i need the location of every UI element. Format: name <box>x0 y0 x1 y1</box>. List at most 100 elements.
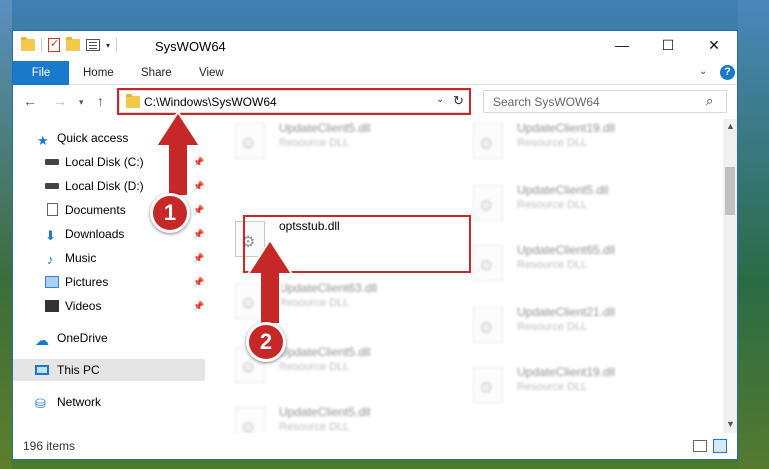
properties-icon[interactable] <box>86 39 100 51</box>
scroll-up-icon[interactable]: ▲ <box>726 121 735 131</box>
file-name: UpdateClient63.dll <box>279 281 378 295</box>
dll-file-icon: ⚙ <box>473 307 503 343</box>
tab-home[interactable]: Home <box>69 61 128 85</box>
gear-icon: ⚙ <box>241 136 256 153</box>
file-item[interactable]: ⚙ UpdateClient19.dll Resource DLL <box>469 119 691 169</box>
tab-view[interactable]: View <box>185 61 238 85</box>
dll-file-icon: ⚙ <box>473 123 503 159</box>
tab-file[interactable]: File <box>13 61 69 85</box>
file-item[interactable]: ⚙ UpdateClient5.dll Resource DLL <box>231 399 453 433</box>
pin-icon[interactable]: 📌 <box>193 175 204 197</box>
sidebar-item-network[interactable]: ⛁ Network <box>13 391 205 413</box>
gear-icon: ⚙ <box>479 258 494 275</box>
file-type: Resource DLL <box>279 137 350 149</box>
file-name: UpdateClient19.dll <box>517 121 616 135</box>
search-placeholder: Search SysWOW64 <box>493 95 600 109</box>
pin-icon[interactable]: 📌 <box>193 199 204 221</box>
maximize-button[interactable]: ☐ <box>645 31 691 61</box>
pin-icon[interactable]: 📌 <box>193 247 204 269</box>
sidebar-item-label: Local Disk (D:) <box>65 179 144 193</box>
sidebar-item-quick-access[interactable]: ★ Quick access <box>13 127 205 149</box>
sidebar-item-label: Downloads <box>65 227 125 241</box>
gear-icon: ⚙ <box>241 420 256 433</box>
pictures-icon <box>45 276 59 288</box>
properties-check-icon[interactable] <box>48 37 60 52</box>
sidebar-item-label: Music <box>65 251 97 265</box>
file-item[interactable]: ⚙ UpdateClient5.dll Resource DLL <box>231 119 453 169</box>
sidebar-item-label: Documents <box>65 203 126 217</box>
network-icon: ⛁ <box>35 396 46 411</box>
minimize-button[interactable]: — <box>599 31 645 61</box>
cloud-icon: ☁ <box>35 332 49 348</box>
dll-file-icon: ⚙ <box>473 367 503 403</box>
scroll-thumb[interactable] <box>725 167 735 215</box>
file-item[interactable]: ⚙ UpdateClient65.dll Resource DLL <box>469 237 691 291</box>
expand-ribbon-icon[interactable]: ⌄ <box>699 66 707 77</box>
computer-icon <box>35 365 49 375</box>
file-type: Resource DLL <box>517 381 588 393</box>
gear-icon: ⚙ <box>241 296 256 313</box>
dll-file-icon: ⚙ <box>235 283 265 319</box>
downloads-icon: ⬇ <box>45 228 56 243</box>
quick-access-toolbar: ▾ <box>21 37 118 52</box>
file-type: Resource DLL <box>517 321 588 333</box>
gear-icon: ⚙ <box>479 380 494 397</box>
sidebar-item-label: This PC <box>57 363 100 377</box>
tab-share[interactable]: Share <box>127 61 186 85</box>
file-name: UpdateClient5.dll <box>517 183 609 197</box>
scroll-down-icon[interactable]: ▼ <box>726 419 735 429</box>
ribbon-tabs: File Home Share View ⌄ ? <box>13 61 737 85</box>
file-type: Resource DLL <box>517 259 588 271</box>
pin-icon[interactable]: 📌 <box>193 223 204 245</box>
file-type: Resource DLL <box>279 297 350 309</box>
search-input[interactable]: Search SysWOW64 ⌕ <box>483 90 727 113</box>
search-icon[interactable]: ⌕ <box>706 93 713 109</box>
close-button[interactable]: ✕ <box>691 31 737 61</box>
new-folder-icon[interactable] <box>66 37 80 51</box>
file-name: UpdateClient65.dll <box>517 243 616 257</box>
pin-icon[interactable]: 📌 <box>193 271 204 293</box>
sidebar-item-music[interactable]: ♪ Music 📌 <box>13 247 205 269</box>
customize-toolbar-icon[interactable]: ▾ <box>106 41 110 50</box>
sidebar-item-this-pc[interactable]: This PC <box>13 359 205 381</box>
up-button[interactable]: ↑ <box>97 93 104 109</box>
vertical-scrollbar[interactable]: ▲ ▼ <box>723 119 737 433</box>
file-item[interactable]: ⚙ UpdateClient21.dll Resource DLL <box>469 299 691 353</box>
forward-button[interactable]: → <box>53 93 67 109</box>
videos-icon <box>45 300 59 312</box>
pin-icon[interactable]: 📌 <box>193 151 204 173</box>
file-item[interactable]: ⚙ UpdateClient5.dll Resource DLL <box>469 177 691 231</box>
sidebar-item-label: OneDrive <box>57 331 108 345</box>
file-type: Resource DLL <box>279 421 350 433</box>
sidebar-item-label: Videos <box>65 299 102 313</box>
sidebar-item-videos[interactable]: Videos 📌 <box>13 295 205 317</box>
desktop-background-right <box>738 0 769 469</box>
recent-locations-button[interactable]: ▾ <box>79 97 84 108</box>
sidebar-item-label: Network <box>57 395 102 409</box>
help-icon[interactable]: ? <box>720 65 735 80</box>
file-list: ⚙ UpdateClient5.dll Resource DLL ⚙ optss… <box>209 119 723 433</box>
sidebar-item-local-disk-c[interactable]: Local Disk (C:) 📌 <box>13 151 205 173</box>
file-highlight-box <box>243 215 471 273</box>
file-item[interactable]: ⚙ UpdateClient19.dll Resource DLL <box>469 359 691 413</box>
address-bar-highlight <box>117 88 471 115</box>
file-name: UpdateClient21.dll <box>517 305 616 319</box>
dll-file-icon: ⚙ <box>235 407 265 433</box>
large-icons-view-icon[interactable] <box>713 439 727 453</box>
window-title: SysWOW64 <box>155 39 226 54</box>
file-item[interactable]: ⚙ UpdateClient63.dll Resource DLL <box>231 275 453 329</box>
navigation-pane: ★ Quick access Local Disk (C:) 📌 Local D… <box>13 119 205 433</box>
pin-icon[interactable]: 📌 <box>193 295 204 317</box>
item-count: 196 items <box>23 439 76 453</box>
file-type: Resource DLL <box>279 361 350 373</box>
file-name: UpdateClient5.dll <box>279 121 371 135</box>
back-button[interactable]: ← <box>23 93 37 109</box>
details-view-icon[interactable] <box>693 440 707 452</box>
documents-icon <box>47 203 58 216</box>
file-type: Resource DLL <box>517 137 588 149</box>
toolbar-divider <box>116 38 118 52</box>
sidebar-item-onedrive[interactable]: ☁ OneDrive <box>13 327 205 349</box>
file-name: UpdateClient5.dll <box>279 405 371 419</box>
gear-icon: ⚙ <box>479 136 494 153</box>
sidebar-item-pictures[interactable]: Pictures 📌 <box>13 271 205 293</box>
